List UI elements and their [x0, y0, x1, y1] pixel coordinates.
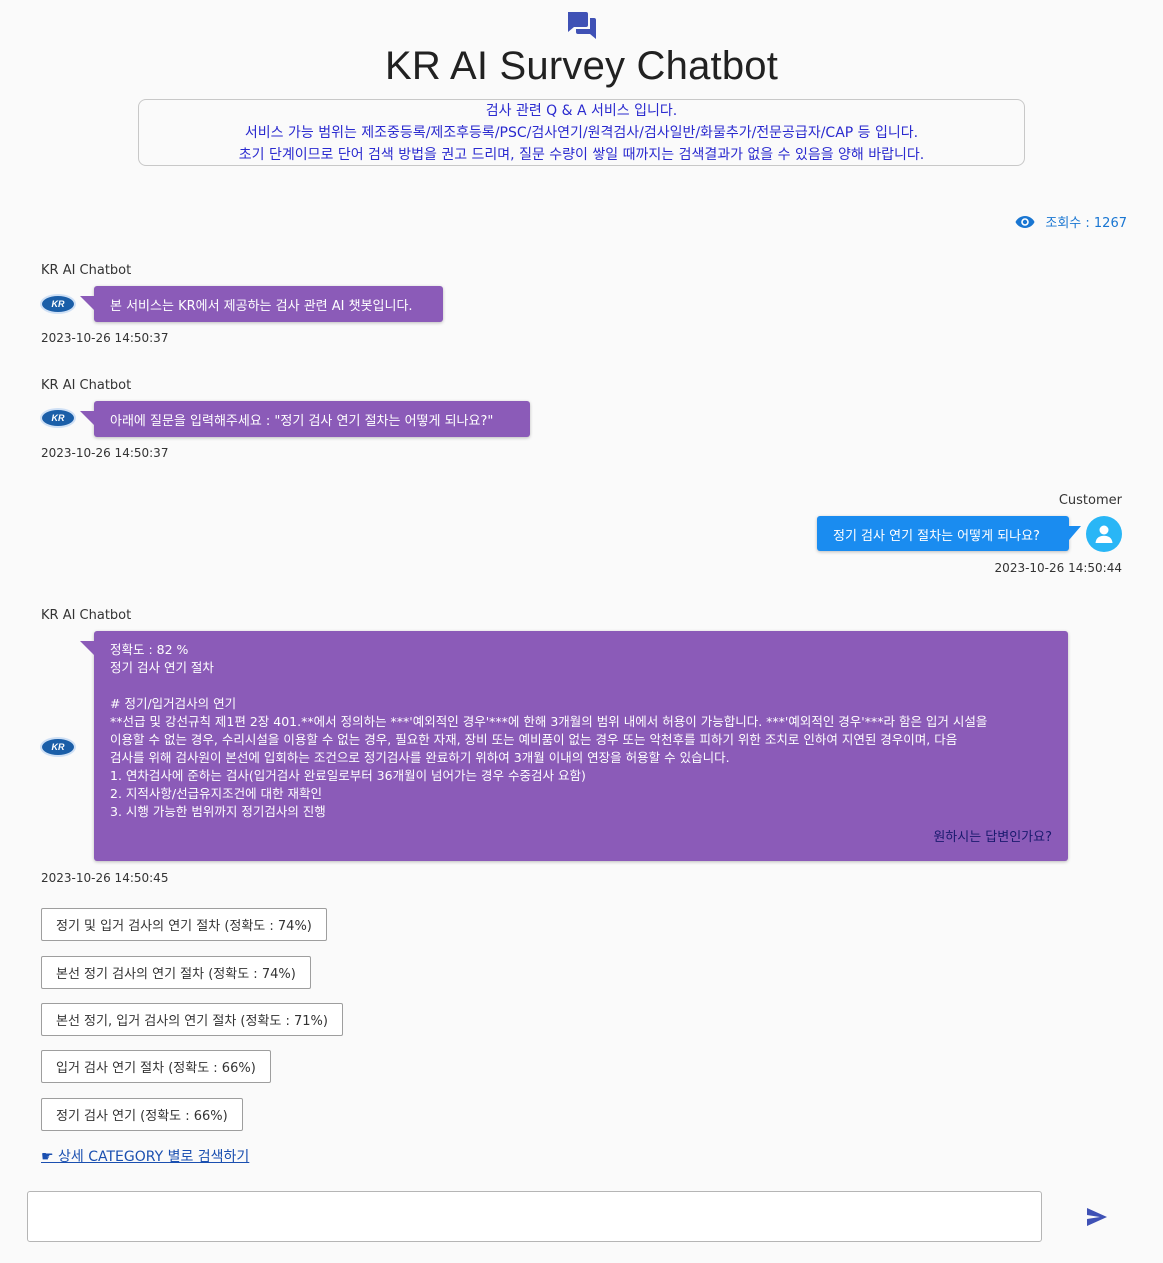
answer-line: 1. 연차검사에 준하는 검사(입거검사 완료일로부터 36개월이 넘어가는 경… [110, 768, 586, 783]
category-search-link[interactable]: ☛ 상세 CATEGORY 별로 검색하기 [41, 1146, 249, 1166]
suggestion-button[interactable]: 정기 및 입거 검사의 연기 절차 (정확도 : 74%) [41, 908, 327, 941]
message-sender: KR AI Chatbot [41, 263, 132, 278]
kr-logo-text: KR [51, 299, 65, 309]
suggestion-button[interactable]: 정기 검사 연기 (정확도 : 66%) [41, 1098, 243, 1131]
confirm-answer-link[interactable]: 원하시는 답변인가요? [110, 829, 1052, 847]
suggestion-button[interactable]: 본선 정기 검사의 연기 절차 (정확도 : 74%) [41, 956, 311, 989]
view-count: 조회수 : 1267 [1015, 212, 1127, 231]
suggestion-button[interactable]: 입거 검사 연기 절차 (정확도 : 66%) [41, 1050, 271, 1083]
message-sender: Customer [1058, 493, 1122, 508]
answer-line: 검사를 위해 검사원이 본선에 입회하는 조건으로 정기검사를 완료하기 위하여… [110, 750, 730, 765]
answer-line: 정확도 : 82 % [110, 642, 189, 657]
message-timestamp: 2023-10-26 14:50:45 [41, 871, 169, 885]
notice-line-2: 서비스 가능 범위는 제조중등록/제조후등록/PSC/검사연기/원격검사/검사일… [244, 125, 919, 141]
message-text: 아래에 질문을 입력해주세요 : "정기 검사 연기 절차는 어떻게 되나요?" [110, 414, 494, 429]
message-text: 정기 검사 연기 절차는 어떻게 되나요? [833, 529, 1040, 544]
answer-line: # 정기/입거검사의 연기 [110, 696, 237, 711]
answer-line: **선급 및 강선규칙 제1편 2장 401.**에서 정의하는 ***'예외적… [110, 714, 988, 729]
bot-answer-bubble: 정확도 : 82 % 정기 검사 연기 절차 # 정기/입거검사의 연기 **선… [80, 631, 1068, 861]
answer-line [110, 677, 1052, 695]
eye-icon [1015, 215, 1035, 228]
answer-line: 이용할 수 없는 경우, 수리시설을 이용할 수 없는 경우, 필요한 자재, … [110, 732, 958, 747]
kr-logo-avatar: KR [40, 294, 76, 314]
message-timestamp: 2023-10-26 14:50:37 [41, 446, 169, 460]
kr-logo-avatar: KR [40, 737, 76, 757]
page-title: KR AI Survey Chatbot [384, 44, 779, 88]
user-message-bubble: 정기 검사 연기 절차는 어떻게 되나요? [817, 516, 1081, 551]
user-avatar [1086, 516, 1122, 552]
send-icon[interactable] [1085, 1207, 1109, 1227]
answer-line: 2. 지적사항/선급유지조건에 대한 재확인 [110, 786, 323, 801]
message-timestamp: 2023-10-26 14:50:37 [41, 331, 169, 345]
answer-line: 3. 시행 가능한 범위까지 정기검사의 진행 [110, 804, 326, 819]
notice-line-3: 초기 단계이므로 단어 검색 방법을 권고 드리며, 질문 수량이 쌓일 때까지… [238, 147, 925, 163]
message-sender: KR AI Chatbot [41, 378, 132, 393]
chat-input[interactable] [27, 1191, 1042, 1242]
message-timestamp: 2023-10-26 14:50:44 [994, 561, 1122, 575]
bot-message-bubble: 본 서비스는 KR에서 제공하는 검사 관련 AI 챗봇입니다. [80, 286, 443, 322]
suggestion-button[interactable]: 본선 정기, 입거 검사의 연기 절차 (정확도 : 71%) [41, 1003, 343, 1036]
kr-logo-text: KR [51, 742, 65, 752]
message-sender: KR AI Chatbot [41, 608, 132, 623]
view-count-label: 조회수 : 1267 [1045, 216, 1127, 231]
service-notice: 검사 관련 Q & A 서비스 입니다. 서비스 가능 범위는 제조중등록/제조… [138, 99, 1025, 166]
notice-line-1: 검사 관련 Q & A 서비스 입니다. [485, 103, 678, 119]
person-icon [1095, 525, 1113, 543]
forum-icon [568, 12, 596, 39]
answer-line: 정기 검사 연기 절차 [110, 660, 214, 675]
kr-logo-text: KR [51, 413, 65, 423]
bot-message-bubble: 아래에 질문을 입력해주세요 : "정기 검사 연기 절차는 어떻게 되나요?" [80, 401, 530, 437]
message-text: 본 서비스는 KR에서 제공하는 검사 관련 AI 챗봇입니다. [110, 299, 413, 314]
kr-logo-avatar: KR [40, 408, 76, 428]
